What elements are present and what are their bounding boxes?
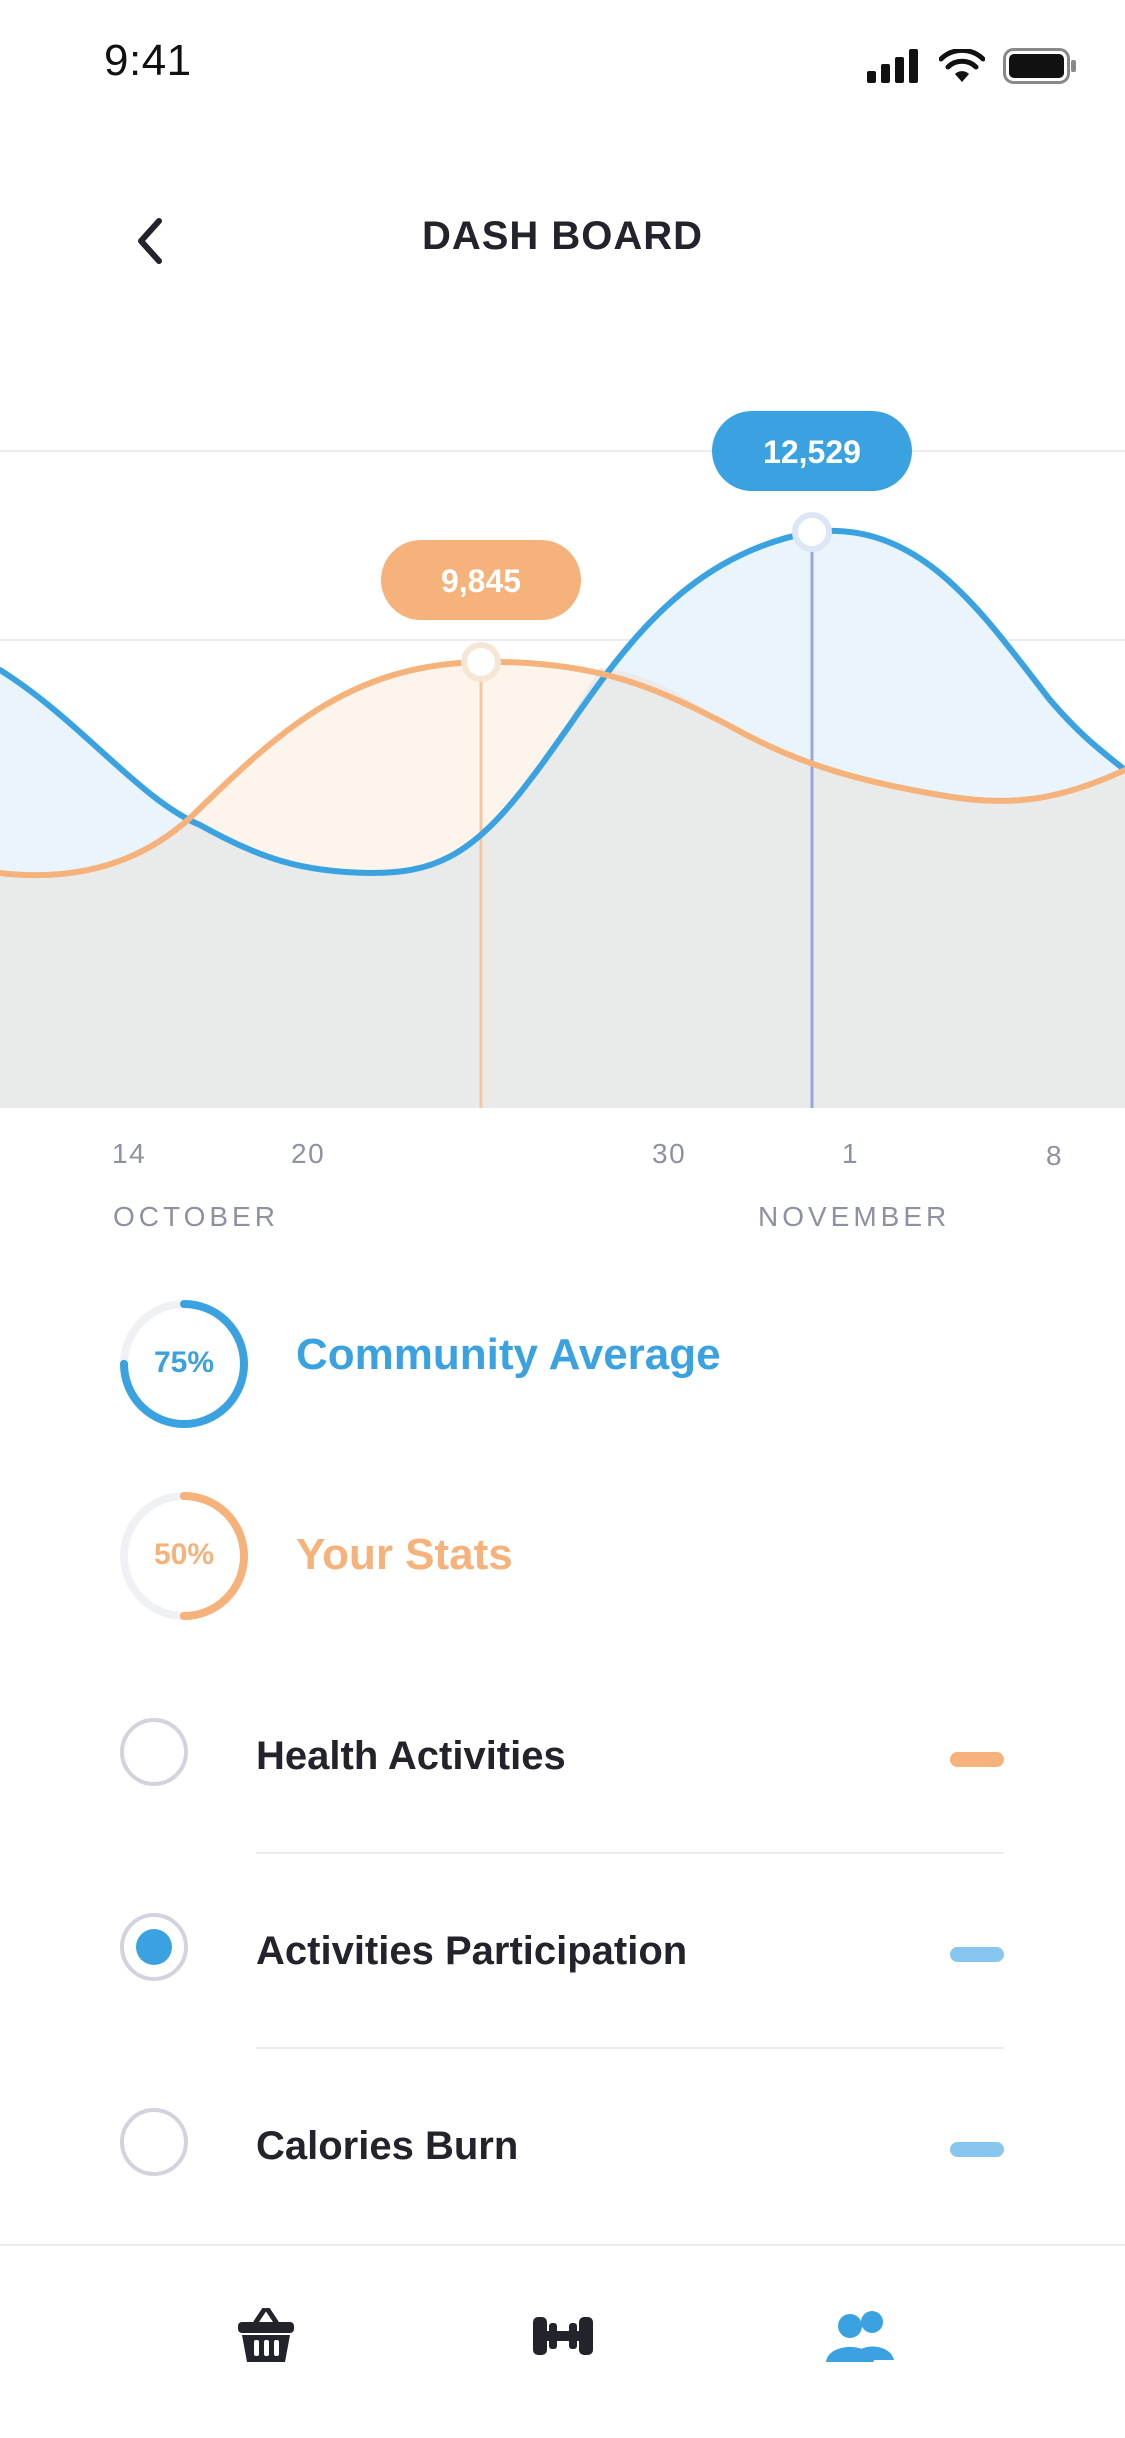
month-label: NOVEMBER bbox=[758, 1201, 951, 1232]
people-icon bbox=[826, 2311, 894, 2362]
community-average-label: Community Average bbox=[296, 1330, 721, 1379]
radio-button[interactable] bbox=[120, 1718, 188, 1786]
basket-icon bbox=[238, 2308, 294, 2362]
your-stats-percent: 50% bbox=[153, 1538, 215, 1571]
blue-callout-value: 12,529 bbox=[763, 434, 861, 470]
divider bbox=[256, 1852, 1004, 1854]
legend-swatch-orange bbox=[950, 1752, 1004, 1767]
legend-swatch-blue bbox=[950, 1947, 1004, 1962]
x-tick: 14 bbox=[112, 1138, 147, 1169]
status-time: 9:41 bbox=[104, 36, 192, 85]
page-title: DASH BOARD bbox=[421, 214, 704, 258]
x-tick: 1 bbox=[842, 1138, 860, 1169]
list-item-calories-burn[interactable]: Calories Burn bbox=[0, 2090, 1125, 2210]
orange-peak-point[interactable] bbox=[461, 642, 501, 682]
month-label: OCTOBER bbox=[113, 1201, 279, 1232]
tab-bar bbox=[0, 2244, 1125, 2438]
list-item-health-activities[interactable]: Health Activities bbox=[0, 1700, 1125, 1820]
signal-icon bbox=[867, 49, 918, 83]
tab-community[interactable] bbox=[820, 2296, 900, 2376]
x-tick: 8 bbox=[1046, 1140, 1064, 1171]
your-stats-progress-ring: 50% bbox=[118, 1490, 250, 1622]
battery-icon bbox=[1003, 48, 1076, 84]
community-percent: 75% bbox=[153, 1346, 215, 1379]
your-stats-label: Your Stats bbox=[296, 1530, 513, 1579]
list-item-activities-participation[interactable]: Activities Participation bbox=[0, 1895, 1125, 2015]
list-item-label: Activities Participation bbox=[256, 1929, 688, 1973]
dumbbell-icon bbox=[533, 2317, 593, 2355]
activity-chart: 9,845 12,529 bbox=[0, 411, 1125, 1108]
x-tick: 20 bbox=[291, 1138, 326, 1169]
radio-button-selected[interactable] bbox=[120, 1913, 188, 1981]
community-progress-ring: 75% bbox=[118, 1298, 250, 1430]
list-item-label: Calories Burn bbox=[256, 2124, 519, 2168]
tab-workout[interactable] bbox=[523, 2296, 603, 2376]
blue-peak-point[interactable] bbox=[792, 512, 832, 552]
radio-button[interactable] bbox=[120, 2108, 188, 2176]
x-tick: 30 bbox=[652, 1138, 687, 1169]
legend-swatch-blue bbox=[950, 2142, 1004, 2157]
status-icons bbox=[867, 48, 1077, 84]
orange-callout-value: 9,845 bbox=[441, 563, 521, 599]
divider bbox=[256, 2047, 1004, 2049]
list-item-label: Health Activities bbox=[256, 1734, 566, 1778]
tab-shop[interactable] bbox=[226, 2296, 306, 2376]
wifi-icon bbox=[939, 49, 985, 82]
